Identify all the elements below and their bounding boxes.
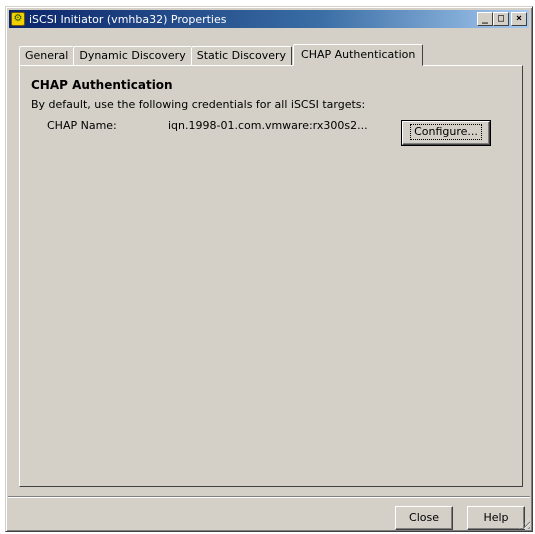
window-title: iSCSI Initiator (vmhba32) Properties <box>29 12 227 26</box>
chap-description: By default, use the following credential… <box>31 98 366 111</box>
configure-button-label: Configure... <box>410 124 482 140</box>
window-controls: _ □ × <box>477 12 527 26</box>
close-button[interactable]: Close <box>395 506 453 530</box>
minimize-button[interactable]: _ <box>477 12 493 26</box>
chap-name-label: CHAP Name: <box>47 119 117 132</box>
chap-name-value: iqn.1998-01.com.vmware:rx300s2... <box>168 119 368 132</box>
tab-static-discovery[interactable]: Static Discovery <box>190 46 293 65</box>
properties-dialog: ⚙ iSCSI Initiator (vmhba32) Properties _… <box>5 6 533 532</box>
close-window-button[interactable]: × <box>511 12 527 26</box>
maximize-button[interactable]: □ <box>493 12 509 26</box>
tab-strip: General Dynamic Discovery Static Discove… <box>19 43 424 66</box>
iscsi-app-icon: ⚙ <box>11 12 25 26</box>
section-title: CHAP Authentication <box>31 78 173 92</box>
tab-panel-chap: CHAP Authentication By default, use the … <box>19 65 523 487</box>
tab-chap-authentication[interactable]: CHAP Authentication <box>293 44 424 66</box>
tab-general[interactable]: General <box>19 46 75 65</box>
configure-button[interactable]: Configure... <box>401 120 491 146</box>
help-button[interactable]: Help <box>467 506 525 530</box>
footer-separator <box>8 496 530 498</box>
title-bar[interactable]: ⚙ iSCSI Initiator (vmhba32) Properties _… <box>9 10 529 28</box>
tab-dynamic-discovery[interactable]: Dynamic Discovery <box>73 46 192 65</box>
